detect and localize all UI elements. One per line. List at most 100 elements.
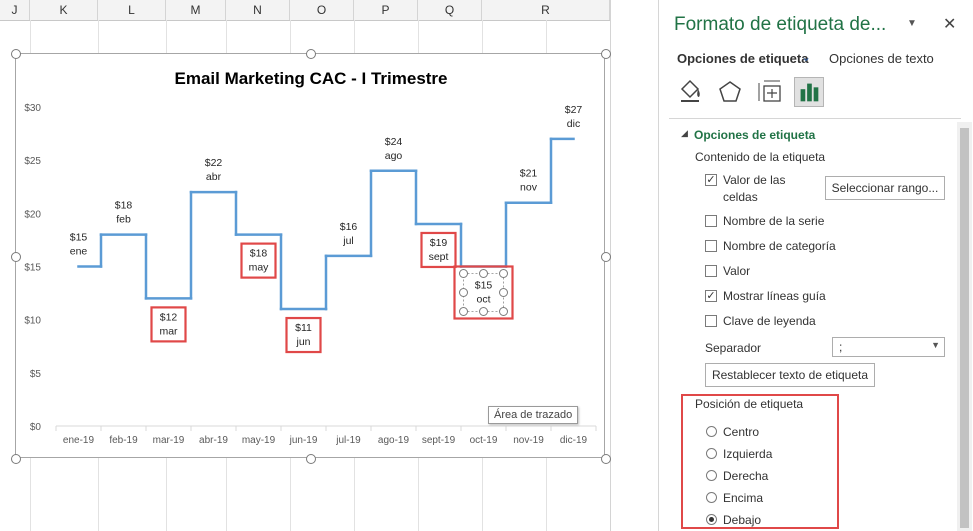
- column-header-k[interactable]: K: [30, 0, 98, 20]
- selected-label-handle: [499, 269, 508, 278]
- plot-area-tooltip: Área de trazado: [488, 406, 579, 424]
- checkbox-label-value-from-cells[interactable]: Valor de las: [723, 173, 785, 187]
- checkbox-label-value[interactable]: Valor: [723, 264, 750, 278]
- sheet-gutter: [610, 0, 641, 531]
- separator-value: ;: [839, 340, 843, 354]
- tab-label-options[interactable]: Opciones de etiqueta: [677, 51, 808, 66]
- selected-label-handle: [459, 269, 468, 278]
- x-tick-label: feb-19: [109, 435, 138, 446]
- resize-handle[interactable]: [306, 49, 316, 59]
- tab-text-options[interactable]: Opciones de texto: [829, 51, 934, 66]
- resize-handle[interactable]: [601, 49, 611, 59]
- collapse-triangle-icon[interactable]: ◢: [681, 128, 688, 139]
- checkbox-series-name[interactable]: [705, 215, 717, 227]
- column-header-p[interactable]: P: [354, 0, 418, 20]
- resize-handle[interactable]: [601, 252, 611, 262]
- selected-label-handle: [499, 288, 508, 297]
- radio-selected-dot: [709, 517, 714, 522]
- checkbox-show-leader-lines[interactable]: ✓: [705, 290, 717, 302]
- checkbox-label-category-name[interactable]: Nombre de categoría: [723, 239, 836, 253]
- column-header-q[interactable]: Q: [418, 0, 482, 20]
- selected-label-handle: [499, 307, 508, 316]
- chevron-down-icon[interactable]: ▼: [907, 18, 917, 29]
- radio-label-center[interactable]: Centro: [723, 425, 759, 439]
- x-tick-label: ene-19: [63, 435, 95, 446]
- radio-above[interactable]: [706, 492, 717, 503]
- data-label-value: $24: [385, 136, 403, 148]
- radio-left[interactable]: [706, 448, 717, 459]
- column-header-n[interactable]: N: [226, 0, 290, 20]
- separator-select[interactable]: ; ▼: [832, 337, 945, 357]
- chart-svg: $0 $5 $10 $15 $20 $25 $30 ene-19 feb-19 mar-19 abr…: [24, 69, 597, 446]
- checkbox-label-series-name[interactable]: Nombre de la serie: [723, 214, 824, 228]
- checkbox-category-name[interactable]: [705, 240, 717, 252]
- y-tick-label: $15: [24, 263, 41, 274]
- pane-divider: [669, 118, 961, 119]
- resize-handle[interactable]: [11, 49, 21, 59]
- data-label-value: $15: [70, 232, 88, 244]
- pane-title: Formato de etiqueta de...: [674, 14, 887, 35]
- x-tick-label: oct-19: [470, 435, 498, 446]
- column-header-l[interactable]: L: [98, 0, 166, 20]
- radio-label-left[interactable]: Izquierda: [723, 447, 772, 461]
- column-header-j[interactable]: J: [0, 0, 30, 20]
- close-icon[interactable]: ✕: [943, 14, 956, 34]
- data-label-value: $19: [430, 237, 448, 249]
- selected-label-handle: [479, 307, 488, 316]
- radio-label-below[interactable]: Debajo: [723, 513, 761, 527]
- x-tick-label: mar-19: [153, 435, 185, 446]
- radio-label-right[interactable]: Derecha: [723, 469, 768, 483]
- x-tick-label: nov-19: [513, 435, 544, 446]
- data-label-value: $18: [250, 248, 268, 260]
- radio-label-above[interactable]: Encima: [723, 491, 763, 505]
- checkbox-value-from-cells[interactable]: ✓: [705, 174, 717, 186]
- x-tick-label: sept-19: [422, 435, 456, 446]
- column-header-m[interactable]: M: [166, 0, 226, 20]
- effects-icon[interactable]: [715, 77, 745, 107]
- resize-handle[interactable]: [601, 454, 611, 464]
- chart-area[interactable]: $0 $5 $10 $15 $20 $25 $30 ene-19 feb-19 mar-19 abr…: [15, 53, 605, 458]
- data-label-category: may: [249, 262, 270, 274]
- data-label-category: abr: [206, 171, 222, 183]
- resize-handle[interactable]: [306, 454, 316, 464]
- x-tick-label: jul-19: [335, 435, 361, 446]
- checkbox-legend-key[interactable]: [705, 315, 717, 327]
- radio-center[interactable]: [706, 426, 717, 437]
- section-title-label-options[interactable]: Opciones de etiqueta: [694, 128, 815, 142]
- x-tick-label: ago-19: [378, 435, 410, 446]
- format-data-labels-pane: Formato de etiqueta de... ▼ ✕ Opciones d…: [658, 0, 973, 531]
- reset-label-text-button[interactable]: Restablecer texto de etiqueta: [705, 363, 875, 387]
- radio-right[interactable]: [706, 470, 717, 481]
- column-header-o[interactable]: O: [290, 0, 354, 20]
- checkbox-value[interactable]: [705, 265, 717, 277]
- checkbox-label-cells-continued[interactable]: celdas: [723, 190, 758, 204]
- resize-handle[interactable]: [11, 454, 21, 464]
- data-label-category: sept: [429, 251, 449, 263]
- checkbox-label-legend-key[interactable]: Clave de leyenda: [723, 314, 816, 328]
- size-properties-icon[interactable]: [755, 77, 785, 107]
- x-tick-label: may-19: [242, 435, 276, 446]
- chart-title[interactable]: Email Marketing CAC - I Trimestre: [174, 69, 447, 88]
- x-tick-label: abr-19: [199, 435, 228, 446]
- data-label-category: ago: [385, 150, 403, 162]
- separator-label: Separador: [705, 341, 762, 355]
- chevron-down-icon[interactable]: ⌄: [801, 50, 811, 64]
- data-label-value: $15: [475, 280, 493, 292]
- pane-scrollbar-thumb[interactable]: [960, 128, 969, 528]
- y-tick-label: $10: [24, 316, 41, 327]
- column-header-r[interactable]: R: [482, 0, 610, 20]
- resize-handle[interactable]: [11, 252, 21, 262]
- select-range-button[interactable]: Seleccionar rango...: [825, 176, 945, 200]
- data-label-category: nov: [520, 182, 538, 194]
- checkbox-label-show-leader-lines[interactable]: Mostrar líneas guía: [723, 289, 826, 303]
- fill-line-icon[interactable]: [675, 77, 705, 107]
- label-contains-heading: Contenido de la etiqueta: [695, 150, 826, 164]
- data-label-category: feb: [116, 214, 131, 226]
- radio-below[interactable]: [706, 514, 717, 525]
- chevron-down-icon[interactable]: ▼: [931, 340, 940, 350]
- label-options-icon-tab[interactable]: [794, 77, 824, 107]
- data-label-value: $12: [160, 311, 178, 323]
- data-label-category: ene: [70, 246, 88, 258]
- data-label-value: $21: [520, 168, 538, 180]
- data-label-value: $22: [205, 157, 223, 169]
